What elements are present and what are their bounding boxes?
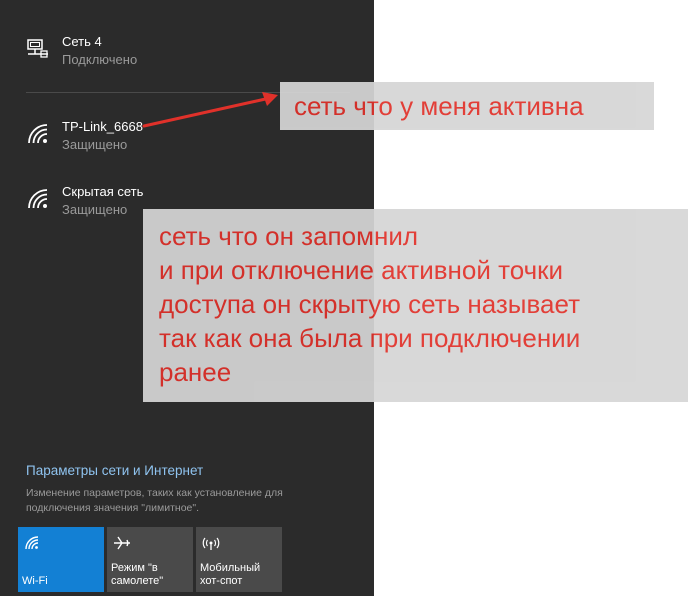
wifi-tile[interactable]: Wi-Fi <box>18 527 104 592</box>
airplane-icon <box>114 536 130 550</box>
tile-label: Wi-Fi <box>22 575 48 587</box>
annotation-text: сеть что он запомнил и при отключение ак… <box>159 221 581 387</box>
wifi-icon <box>28 124 48 144</box>
annotation-arrow <box>142 92 278 128</box>
tile-label: Режим "в самолете" <box>111 562 164 587</box>
hotspot-icon <box>202 537 220 550</box>
network-name: Сеть 4 <box>62 34 102 49</box>
ethernet-icon <box>27 39 48 58</box>
network-status: Подключено <box>62 52 138 67</box>
wifi-icon <box>28 189 48 209</box>
airplane-mode-tile[interactable]: Режим "в самолете" <box>107 527 193 592</box>
annotation-callout-remembered: сеть что он запомнил и при отключение ак… <box>143 209 688 402</box>
network-name: Скрытая сеть <box>62 184 144 199</box>
mobile-hotspot-tile[interactable]: Мобильный хот-спот <box>196 527 282 592</box>
annotation-callout-active: сеть что у меня активна <box>280 82 654 130</box>
network-status: Защищено <box>62 202 128 217</box>
network-status: Защищено <box>62 137 128 152</box>
network-name: TP-Link_6668 <box>62 119 143 134</box>
wifi-icon <box>25 536 39 550</box>
annotation-text: сеть что у меня активна <box>294 91 584 121</box>
tile-label: Мобильный хот-спот <box>200 562 261 587</box>
network-settings-link[interactable]: Параметры сети и Интернет <box>26 463 203 478</box>
settings-description: Изменение параметров, таких как установл… <box>26 487 283 514</box>
